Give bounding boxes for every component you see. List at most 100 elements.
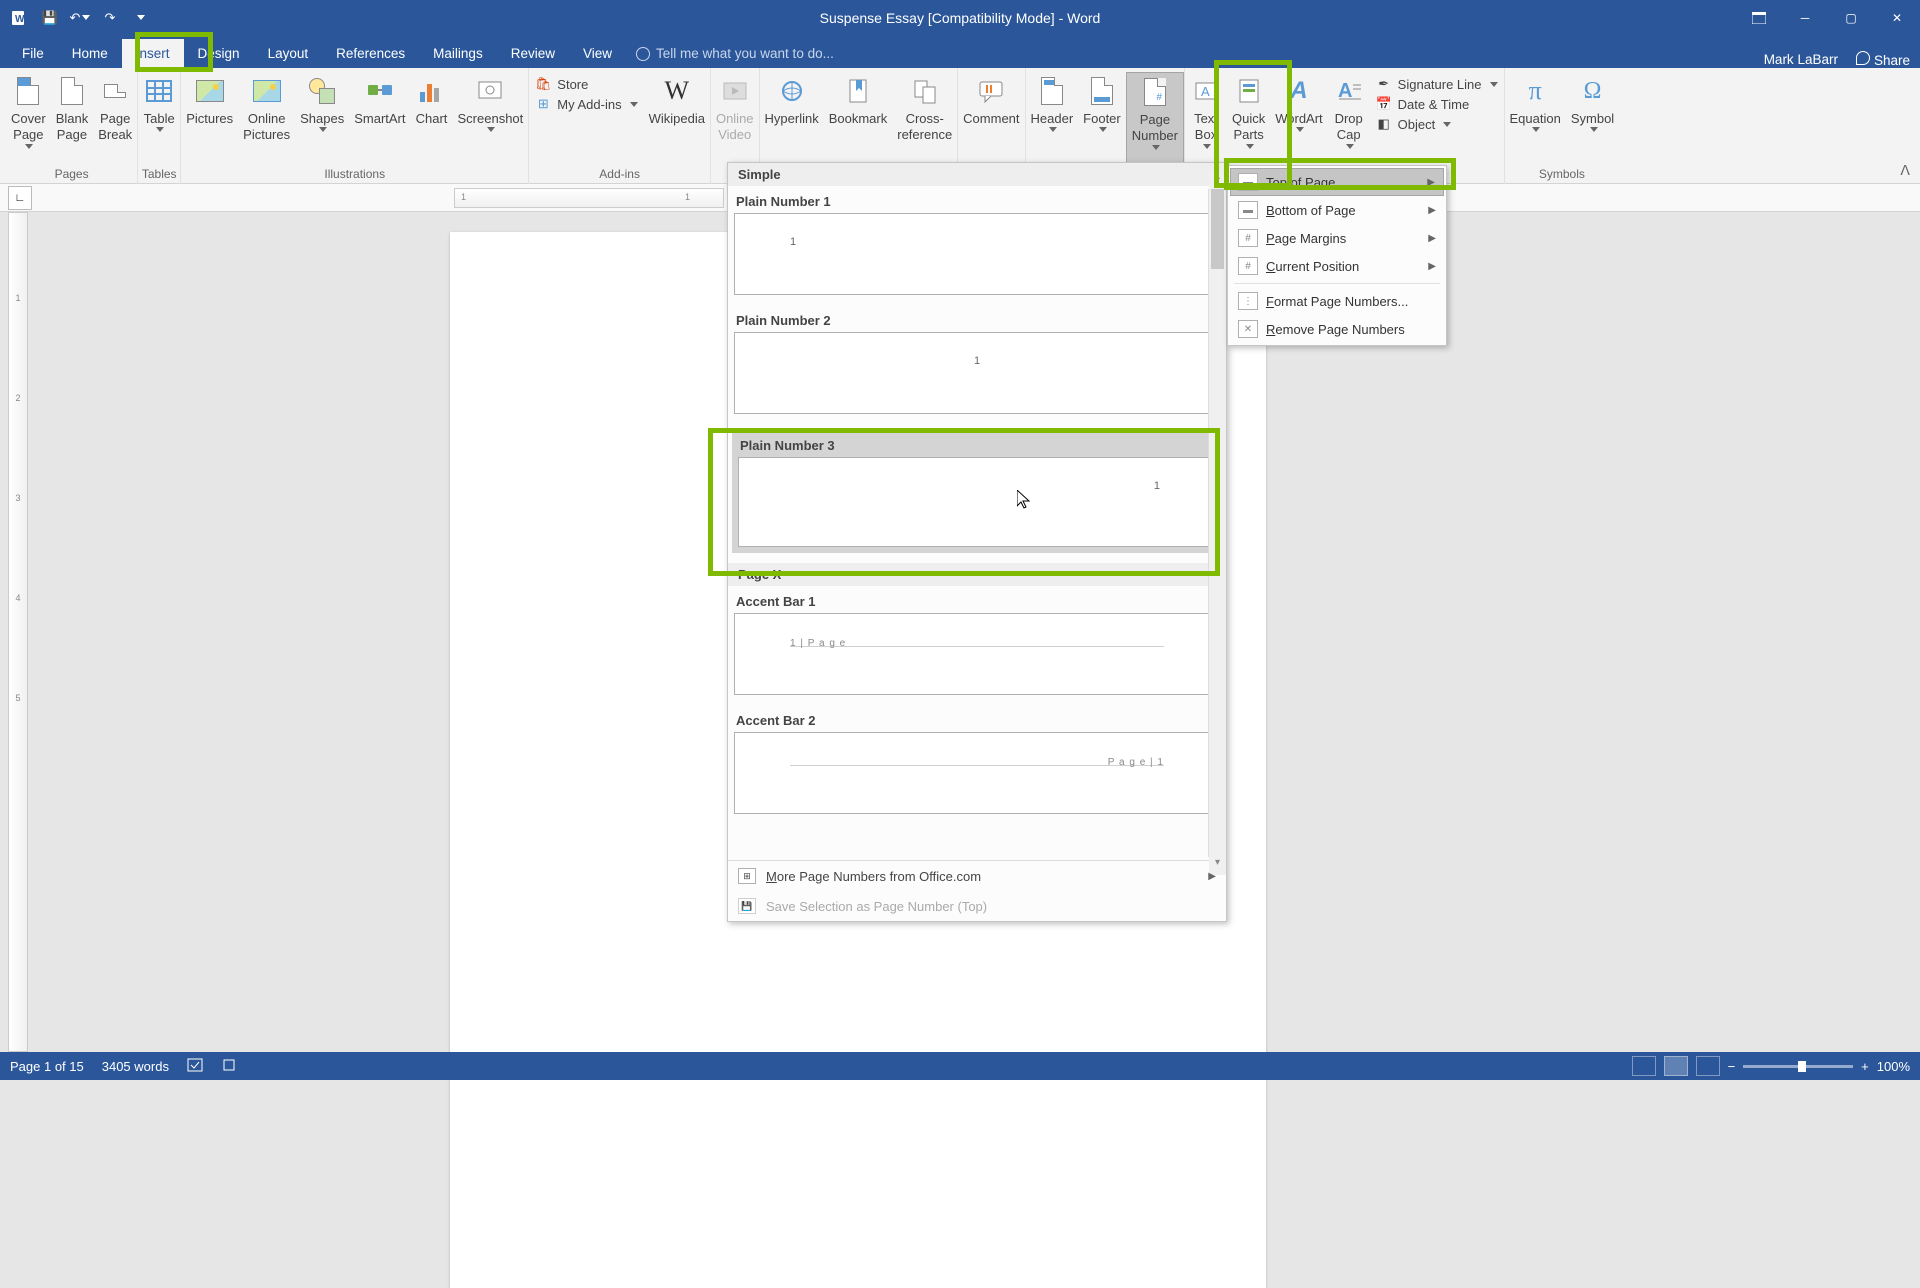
user-name[interactable]: Mark LaBarr (1764, 52, 1838, 67)
tab-view[interactable]: View (569, 39, 626, 68)
gallery-item-accent-bar-1[interactable]: Accent Bar 1 1 | P a g e (734, 590, 1220, 695)
maximize-button[interactable]: ▢ (1828, 0, 1874, 35)
word-icon: W (8, 6, 32, 30)
blank-page-icon (56, 75, 88, 107)
online-pictures-icon (251, 75, 283, 107)
gallery-item-accent-bar-2[interactable]: Accent Bar 2 P a g e | 1 (734, 709, 1220, 814)
read-mode-button[interactable] (1632, 1056, 1656, 1076)
format-icon: ⋮ (1238, 292, 1258, 310)
tab-stop-selector[interactable]: ∟ (8, 186, 32, 210)
qat-customize[interactable] (128, 6, 152, 30)
web-layout-button[interactable] (1696, 1056, 1720, 1076)
wordart-button[interactable]: AWordArt (1270, 72, 1327, 166)
collapse-ribbon-button[interactable]: ᐱ (1900, 162, 1910, 179)
tab-references[interactable]: References (322, 39, 419, 68)
gallery-scrollbar[interactable]: ▴ ▾ (1208, 189, 1226, 857)
zoom-out-button[interactable]: − (1728, 1059, 1736, 1074)
zoom-slider[interactable] (1743, 1065, 1853, 1068)
my-addins-button[interactable]: ⊞My Add-ins (535, 96, 637, 112)
hyperlink-icon (776, 75, 808, 107)
quick-parts-button[interactable]: QuickParts (1227, 72, 1270, 166)
drop-cap-button[interactable]: ADropCap (1328, 72, 1370, 166)
page-info[interactable]: Page 1 of 15 (10, 1059, 84, 1074)
page-break-button[interactable]: PageBreak (93, 72, 137, 166)
save-icon[interactable]: 💾 (38, 6, 62, 30)
minimize-button[interactable]: ─ (1782, 0, 1828, 35)
redo-button[interactable]: ↷ (98, 6, 122, 30)
online-pictures-button[interactable]: OnlinePictures (238, 72, 295, 166)
print-layout-button[interactable] (1664, 1056, 1688, 1076)
tab-file[interactable]: File (8, 39, 58, 68)
menu-top-of-page[interactable]: ▬Top of Page▶ (1230, 168, 1444, 196)
header-button[interactable]: Header (1026, 72, 1079, 166)
tab-insert[interactable]: Insert (122, 39, 184, 68)
vertical-ruler[interactable]: 12345 (8, 212, 28, 1052)
tab-home[interactable]: Home (58, 39, 122, 68)
gallery-item-plain-number-2[interactable]: Plain Number 2 1 (734, 309, 1220, 414)
footer-button[interactable]: Footer (1078, 72, 1126, 166)
tell-me-search[interactable]: Tell me what you want to do... (626, 39, 844, 68)
menu-remove-page-numbers[interactable]: ✕Remove Page Numbers (1230, 315, 1444, 343)
group-symbols: πEquation ΩSymbol Symbols (1505, 68, 1620, 184)
preview-plain-number-3: 1 (738, 457, 1216, 547)
remove-icon: ✕ (1238, 320, 1258, 338)
gallery-item-plain-number-1[interactable]: Plain Number 1 1 (734, 190, 1220, 295)
chart-icon (416, 75, 448, 107)
text-box-icon: A (1190, 75, 1222, 107)
page-number-button[interactable]: #PageNumber (1126, 72, 1184, 166)
object-button[interactable]: ◧Object (1376, 116, 1498, 132)
pictures-button[interactable]: Pictures (181, 72, 238, 166)
submenu-arrow-icon: ▶ (1428, 261, 1436, 272)
tab-layout[interactable]: Layout (254, 39, 323, 68)
blank-page-button[interactable]: BlankPage (51, 72, 94, 166)
lightbulb-icon (636, 47, 650, 61)
cover-page-button[interactable]: CoverPage (6, 72, 51, 166)
menu-current-position[interactable]: #Current Position▶ (1230, 252, 1444, 280)
save-selection-button: 💾Save Selection as Page Number (Top) (728, 891, 1226, 921)
horizontal-ruler[interactable]: 11 (454, 188, 724, 208)
smartart-button[interactable]: SmartArt (349, 72, 410, 166)
bottom-of-page-icon: ▬ (1238, 201, 1258, 219)
more-page-numbers-button[interactable]: ⊞More Page Numbers from Office.com▶ (728, 861, 1226, 891)
share-button[interactable]: Share (1856, 51, 1910, 68)
title-bar: W 💾 ↶ ↷ Suspense Essay [Compatibility Mo… (0, 0, 1920, 35)
bookmark-button[interactable]: Bookmark (824, 72, 893, 166)
wikipedia-button[interactable]: WWikipedia (644, 72, 710, 166)
drop-cap-icon: A (1333, 75, 1365, 107)
symbol-button[interactable]: ΩSymbol (1566, 72, 1619, 166)
gallery-item-plain-number-3[interactable]: Plain Number 3 1 (732, 428, 1222, 553)
screenshot-button[interactable]: Screenshot (453, 72, 529, 166)
tab-mailings[interactable]: Mailings (419, 39, 497, 68)
table-button[interactable]: Table (138, 72, 180, 166)
cross-reference-button[interactable]: Cross-reference (892, 72, 957, 166)
menu-format-page-numbers[interactable]: ⋮Format Page Numbers... (1230, 287, 1444, 315)
zoom-level[interactable]: 100% (1877, 1059, 1910, 1074)
signature-line-button[interactable]: ✒Signature Line (1376, 76, 1498, 92)
object-icon: ◧ (1376, 116, 1392, 132)
undo-button[interactable]: ↶ (68, 6, 92, 30)
menu-bottom-of-page[interactable]: ▬Bottom of Page▶ (1230, 196, 1444, 224)
hyperlink-button[interactable]: Hyperlink (760, 72, 824, 166)
preview-accent-bar-1: 1 | P a g e (734, 613, 1220, 695)
menu-page-margins[interactable]: #Page Margins▶ (1230, 224, 1444, 252)
ribbon-display-options-icon[interactable] (1736, 0, 1782, 35)
scrollbar-thumb[interactable] (1211, 189, 1224, 269)
page-number-gallery: Simple Plain Number 1 1 Plain Number 2 1… (727, 162, 1227, 922)
macro-icon[interactable] (221, 1058, 237, 1075)
zoom-in-button[interactable]: + (1861, 1059, 1869, 1074)
store-button[interactable]: 🛍Store (535, 76, 637, 92)
date-time-button[interactable]: 📅Date & Time (1376, 96, 1498, 112)
tab-design[interactable]: Design (184, 39, 254, 68)
spelling-icon[interactable] (187, 1058, 203, 1075)
tab-review[interactable]: Review (497, 39, 569, 68)
chart-button[interactable]: Chart (411, 72, 453, 166)
text-box-button[interactable]: ATextBox (1185, 72, 1227, 166)
close-button[interactable]: ✕ (1874, 0, 1920, 35)
word-count[interactable]: 3405 words (102, 1059, 169, 1074)
save-selection-icon: 💾 (738, 898, 756, 914)
wordart-icon: A (1283, 75, 1315, 107)
shapes-button[interactable]: Shapes (295, 72, 349, 166)
online-video-button[interactable]: OnlineVideo (711, 72, 759, 166)
equation-button[interactable]: πEquation (1505, 72, 1566, 166)
comment-button[interactable]: Comment (958, 72, 1024, 166)
